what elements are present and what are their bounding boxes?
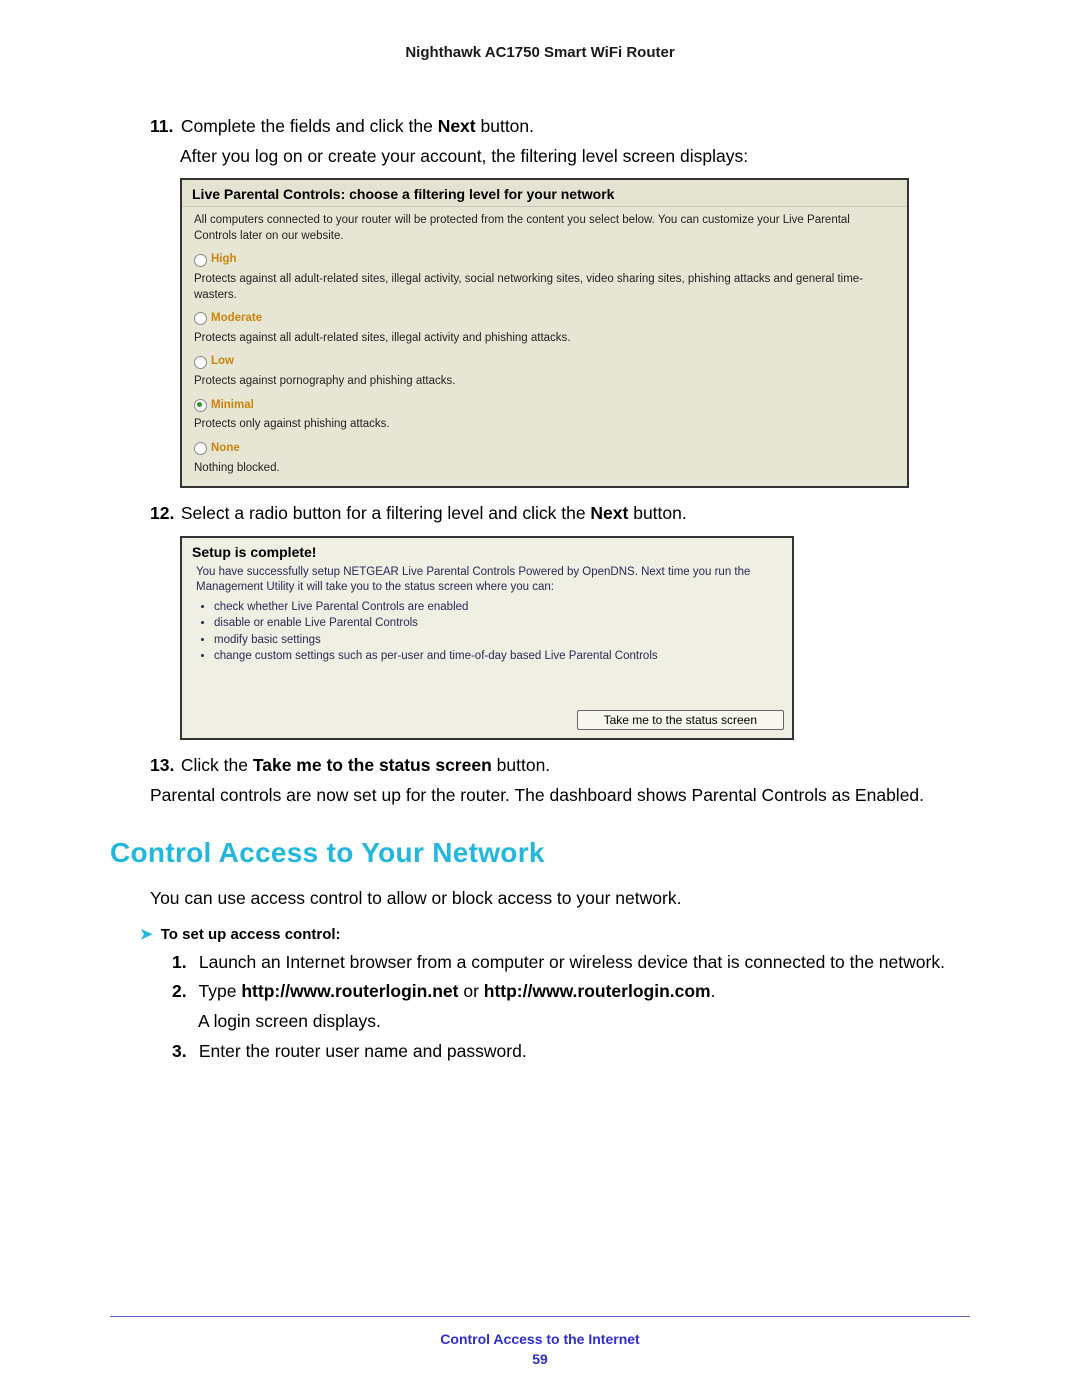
next-button-emph: Next — [590, 503, 628, 523]
step-text: Click the — [181, 755, 253, 775]
footer-page-number: 59 — [0, 1351, 1080, 1367]
radio-icon[interactable] — [194, 254, 207, 267]
option-desc: Protects against all adult-related sites… — [194, 272, 895, 303]
step-13: 13. Click the Take me to the status scre… — [150, 754, 970, 778]
step-12: 12. Select a radio button for a filterin… — [150, 502, 970, 526]
step-number: 12. — [150, 502, 176, 526]
panel-intro: All computers connected to your router w… — [194, 213, 895, 244]
url-2: http://www.routerlogin.com — [484, 981, 711, 1001]
task-label: To set up access control: — [161, 926, 341, 943]
step-text: button. — [628, 503, 686, 523]
list-item: modify basic settings — [214, 633, 778, 649]
step-11-detail: After you log on or create your account,… — [180, 145, 970, 169]
footer-section-title: Control Access to the Internet — [0, 1331, 1080, 1347]
step-11: 11. Complete the fields and click the Ne… — [150, 115, 970, 139]
next-button-emph: Next — [438, 116, 476, 136]
section-heading: Control Access to Your Network — [110, 837, 970, 869]
page-footer: Control Access to the Internet 59 — [0, 1331, 1080, 1367]
option-desc: Protects against all adult-related sites… — [194, 331, 895, 347]
radio-icon[interactable] — [194, 399, 207, 412]
step-text: or — [458, 981, 483, 1001]
filter-option-none[interactable]: None Nothing blocked. — [194, 441, 895, 476]
step-text: button. — [476, 116, 534, 136]
status-screen-button[interactable]: Take me to the status screen — [577, 710, 784, 730]
substep-3: 3. Enter the router user name and passwo… — [172, 1040, 970, 1064]
step-number: 13. — [150, 754, 176, 778]
step-number: 11. — [150, 115, 176, 139]
substep-2-detail: A login screen displays. — [198, 1010, 970, 1034]
option-label: Minimal — [211, 398, 254, 414]
step-number: 3. — [172, 1040, 194, 1064]
list-item: disable or enable Live Parental Controls — [214, 616, 778, 632]
filter-option-low[interactable]: Low Protects against pornography and phi… — [194, 354, 895, 389]
setup-complete-panel: Setup is complete! You have successfully… — [180, 536, 794, 740]
panel2-title: Setup is complete! — [182, 538, 792, 563]
substep-2: 2. Type http://www.routerlogin.net or ht… — [172, 980, 970, 1004]
option-label: Low — [211, 354, 234, 370]
panel-title: Live Parental Controls: choose a filteri… — [182, 180, 907, 207]
option-label: High — [211, 252, 237, 268]
panel2-intro: You have successfully setup NETGEAR Live… — [196, 565, 778, 596]
option-label: None — [211, 441, 240, 457]
filter-option-minimal[interactable]: Minimal Protects only against phishing a… — [194, 398, 895, 433]
step-text: . — [711, 981, 716, 1001]
panel2-bullet-list: check whether Live Parental Controls are… — [214, 600, 778, 665]
chevron-icon: ➤ — [140, 926, 153, 943]
radio-icon[interactable] — [194, 312, 207, 325]
step-number: 2. — [172, 980, 194, 1004]
document-page: Nighthawk AC1750 Smart WiFi Router 11. C… — [0, 0, 1080, 1397]
step-text: Type — [199, 981, 242, 1001]
radio-icon[interactable] — [194, 442, 207, 455]
step-text: Enter the router user name and password. — [199, 1041, 527, 1061]
url-1: http://www.routerlogin.net — [241, 981, 458, 1001]
substep-1: 1. Launch an Internet browser from a com… — [172, 951, 970, 975]
step-text: Launch an Internet browser from a comput… — [199, 952, 945, 972]
option-desc: Protects against pornography and phishin… — [194, 374, 895, 390]
filter-option-high[interactable]: High Protects against all adult-related … — [194, 252, 895, 303]
step-text: Select a radio button for a filtering le… — [181, 503, 591, 523]
step-13-detail: Parental controls are now set up for the… — [150, 784, 970, 808]
radio-icon[interactable] — [194, 356, 207, 369]
status-button-emph: Take me to the status screen — [253, 755, 492, 775]
option-desc: Nothing blocked. — [194, 461, 895, 477]
filter-option-moderate[interactable]: Moderate Protects against all adult-rela… — [194, 311, 895, 346]
task-heading: ➤ To set up access control: — [140, 925, 970, 943]
filtering-level-panel: Live Parental Controls: choose a filteri… — [180, 178, 909, 488]
product-header: Nighthawk AC1750 Smart WiFi Router — [110, 44, 970, 61]
step-text: button. — [492, 755, 550, 775]
list-item: change custom settings such as per-user … — [214, 649, 778, 665]
footer-rule — [110, 1316, 970, 1317]
option-desc: Protects only against phishing attacks. — [194, 417, 895, 433]
option-label: Moderate — [211, 311, 262, 327]
step-text: Complete the fields and click the — [181, 116, 438, 136]
section-intro: You can use access control to allow or b… — [150, 887, 970, 911]
list-item: check whether Live Parental Controls are… — [214, 600, 778, 616]
step-number: 1. — [172, 951, 194, 975]
